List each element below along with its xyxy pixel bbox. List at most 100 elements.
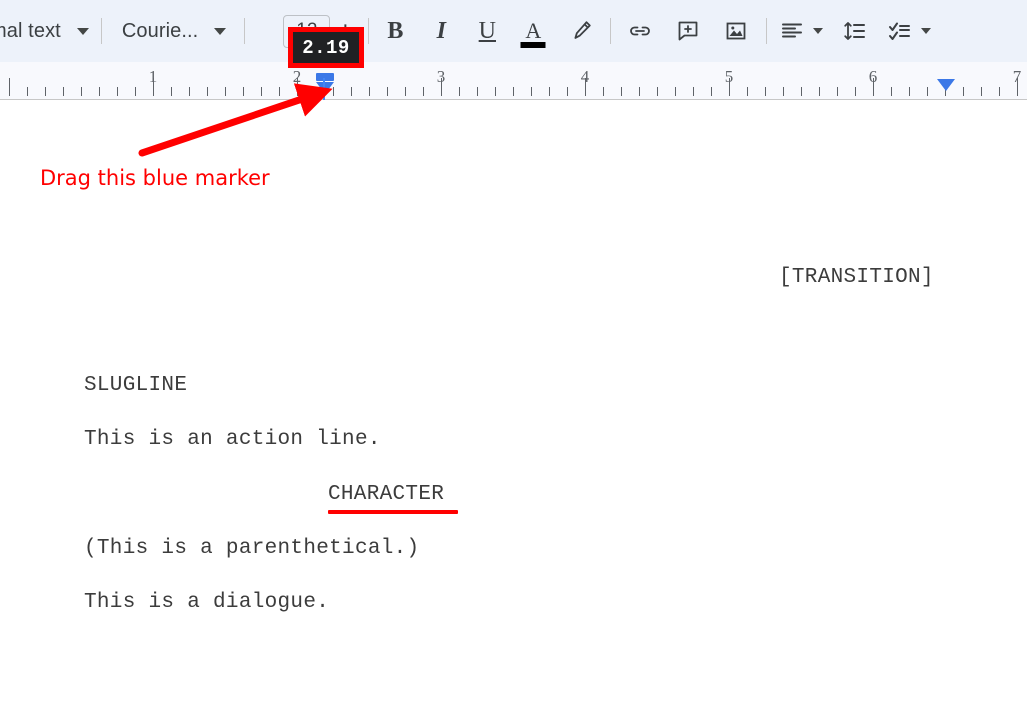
ruler-tick-minor xyxy=(657,87,658,96)
ruler-tick-minor xyxy=(711,87,712,96)
ruler-tick-minor xyxy=(63,87,64,96)
bold-icon: B xyxy=(387,17,404,44)
document-ruler[interactable]: 1 2 3 4 5 6 7 xyxy=(0,62,1027,100)
ruler-tick-minor xyxy=(765,87,766,96)
insert-link-button[interactable] xyxy=(622,13,658,49)
character-red-underline xyxy=(328,510,458,514)
checklist-dropdown[interactable] xyxy=(887,12,932,50)
chevron-down-icon xyxy=(813,28,824,34)
ruler-tick-minor xyxy=(837,87,838,96)
document-line: This is an action line. xyxy=(84,428,381,451)
ruler-tick-minor xyxy=(801,87,802,96)
toolbar-divider xyxy=(368,18,370,44)
line-spacing-icon xyxy=(844,22,866,40)
ruler-tick-minor xyxy=(351,87,352,96)
ruler-number: 3 xyxy=(436,67,446,86)
ruler-tick-minor xyxy=(909,87,910,96)
ruler-tick-minor xyxy=(387,87,388,96)
ruler-tick-minor xyxy=(747,87,748,96)
line-spacing-button[interactable] xyxy=(837,13,873,49)
ruler-tick-minor xyxy=(423,87,424,96)
chevron-down-icon xyxy=(214,27,227,35)
ruler-tick-minor xyxy=(513,87,514,96)
ruler-tick-minor xyxy=(459,87,460,96)
document-line: [TRANSITION] xyxy=(779,266,934,289)
ruler-tick-minor xyxy=(603,87,604,96)
ruler-tick-minor xyxy=(225,87,226,96)
ruler-tick-minor xyxy=(279,87,280,96)
toolbar-divider xyxy=(100,18,102,44)
ruler-tick-minor xyxy=(135,87,136,96)
ruler-tick-minor xyxy=(783,87,784,96)
ruler-tick-minor xyxy=(999,87,1000,96)
left-indent-triangle-icon[interactable] xyxy=(316,82,334,94)
underline-button[interactable]: U xyxy=(469,13,505,49)
ruler-tick-minor xyxy=(927,87,928,96)
ruler-tick-minor xyxy=(819,87,820,96)
right-indent-triangle-icon[interactable] xyxy=(937,79,955,91)
ruler-tick-minor xyxy=(189,87,190,96)
ruler-number: 4 xyxy=(580,67,590,86)
ruler-tick-minor xyxy=(531,87,532,96)
ruler-tick-minor xyxy=(171,87,172,96)
ruler-tick-minor xyxy=(477,87,478,96)
ruler-number: 2 xyxy=(292,67,302,86)
toolbar-divider xyxy=(610,18,612,44)
insert-image-icon xyxy=(726,22,746,40)
ruler-tick-minor xyxy=(495,87,496,96)
toolbar-divider xyxy=(766,18,768,44)
ruler-number: 5 xyxy=(724,67,734,86)
annotation-label: Drag this blue marker xyxy=(40,166,270,190)
add-comment-button[interactable] xyxy=(670,13,706,49)
italic-icon: I xyxy=(436,17,446,44)
chevron-down-icon xyxy=(76,27,89,35)
highlight-color-button[interactable] xyxy=(563,13,599,49)
link-icon xyxy=(630,26,651,36)
text-color-button[interactable]: A xyxy=(515,13,551,49)
ruler-tick-major xyxy=(9,78,10,96)
ruler-tick-minor xyxy=(117,87,118,96)
first-line-indent-bar-icon[interactable] xyxy=(316,73,334,81)
paragraph-style-dropdown[interactable]: mal text xyxy=(0,12,89,50)
ruler-number: 1 xyxy=(148,67,158,86)
ruler-tick-minor xyxy=(675,87,676,96)
ruler-tick-minor xyxy=(621,87,622,96)
ruler-number: 7 xyxy=(1012,67,1022,86)
ruler-tick-minor xyxy=(243,87,244,96)
italic-button[interactable]: I xyxy=(423,13,459,49)
paragraph-style-label: mal text xyxy=(0,19,61,42)
ruler-tick-minor xyxy=(639,87,640,96)
ruler-tick-minor xyxy=(693,87,694,96)
font-family-dropdown[interactable]: Courie... xyxy=(122,12,227,50)
highlighter-pen-icon xyxy=(574,21,592,39)
ruler-tick-minor xyxy=(207,87,208,96)
document-line: This is a dialogue. xyxy=(84,591,330,614)
ruler-number: 6 xyxy=(868,67,878,86)
indent-position-tooltip: 2.19 xyxy=(288,27,364,68)
underline-icon: U xyxy=(478,17,496,44)
ruler-tick-minor xyxy=(99,87,100,96)
ruler-tick-minor xyxy=(261,87,262,96)
ruler-tick-minor xyxy=(45,87,46,96)
align-dropdown[interactable] xyxy=(779,12,824,50)
checklist-icon xyxy=(889,22,911,40)
toolbar-divider xyxy=(244,18,246,44)
ruler-tick-minor xyxy=(405,87,406,96)
add-comment-icon xyxy=(678,21,698,41)
font-family-label: Courie... xyxy=(121,19,199,42)
ruler-tick-minor xyxy=(81,87,82,96)
indent-position-value: 2.19 xyxy=(302,36,350,59)
ruler-tick-minor xyxy=(963,87,964,96)
ruler-tick-minor xyxy=(567,87,568,96)
ruler-tick-minor xyxy=(981,87,982,96)
ruler-tick-minor xyxy=(891,87,892,96)
document-line: SLUGLINE xyxy=(84,374,188,397)
ruler-tick-minor xyxy=(369,87,370,96)
chevron-down-icon xyxy=(921,28,932,34)
text-color-icon: A xyxy=(525,17,542,43)
bold-button[interactable]: B xyxy=(377,13,413,49)
document-body[interactable]: [TRANSITION] SLUGLINE This is an action li… xyxy=(0,100,1027,711)
formatting-toolbar: mal text Courie... 12 + B I U A xyxy=(0,0,1027,62)
ruler-tick-minor xyxy=(855,87,856,96)
insert-image-button[interactable] xyxy=(718,13,754,49)
